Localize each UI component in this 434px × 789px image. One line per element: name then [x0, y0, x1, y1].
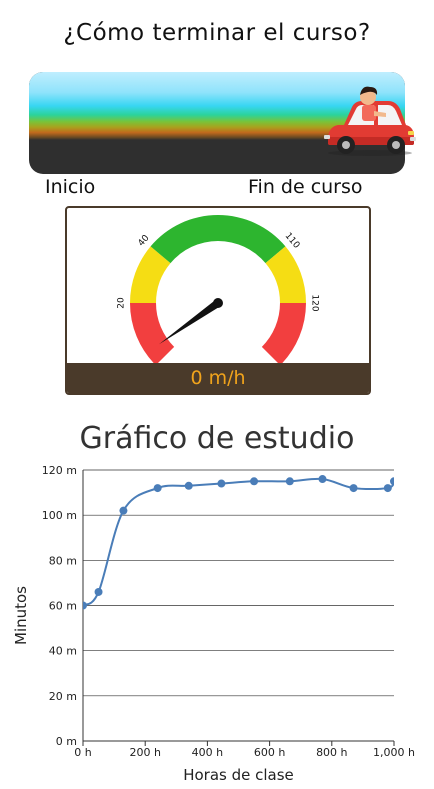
data-point — [318, 475, 327, 484]
y-tick-label: 40 m — [49, 645, 77, 658]
data-point — [94, 587, 103, 596]
page: ¿Cómo terminar el curso? Inicio Fin de c… — [0, 0, 434, 789]
y-tick-label: 120 m — [42, 464, 77, 477]
x-tick-label: 400 h — [192, 746, 223, 759]
data-point — [184, 481, 193, 490]
x-tick-label: 800 h — [316, 746, 347, 759]
page-title: ¿Cómo terminar el curso? — [63, 20, 371, 46]
gauge-dial: 02040110120140 — [117, 215, 320, 363]
data-point — [349, 484, 358, 493]
study-chart: 0 m20 m40 m60 m80 m100 m120 m0 h 200 h 400… — [12, 464, 415, 784]
data-point — [285, 477, 294, 486]
gauge-tick-label: 120 — [310, 294, 320, 311]
gauge-readout: 0 m/h — [67, 363, 369, 393]
x-tick-label: 1,000 h — [373, 746, 415, 759]
data-point — [217, 479, 226, 488]
y-tick-label: 80 m — [49, 554, 77, 567]
x-tick-label: 600 h — [254, 746, 285, 759]
y-tick-label: 100 m — [42, 509, 77, 522]
data-point — [383, 484, 392, 493]
gauge-tick-label: 20 — [117, 297, 127, 309]
chart-title: Gráfico de estudio — [79, 421, 355, 456]
y-tick-label: 60 m — [49, 600, 77, 613]
x-axis-label: Horas de clase — [183, 766, 294, 784]
series-points — [83, 475, 394, 610]
data-point — [153, 484, 162, 493]
x-tick-label: 0 h — [74, 746, 91, 759]
data-point — [83, 601, 87, 610]
end-label: Fin de curso — [248, 176, 363, 198]
gauge-band-green — [150, 215, 286, 264]
speed-gauge: 02040110120140 0 m/h — [65, 206, 371, 395]
x-tick-label: 200 h — [129, 746, 160, 759]
gauge-tick-label: 40 — [137, 233, 152, 248]
gauge-needle — [159, 299, 221, 345]
start-label: Inicio — [45, 176, 96, 198]
gauge-band-red-low — [130, 303, 175, 363]
data-point — [119, 506, 128, 515]
data-point — [250, 477, 259, 486]
car-icon — [324, 86, 416, 156]
gauge-pivot — [213, 298, 223, 308]
data-point — [390, 477, 394, 486]
y-axis-label: Minutos — [12, 586, 30, 645]
series-line — [83, 477, 394, 607]
y-tick-label: 20 m — [49, 690, 77, 703]
gauge-band-red-high — [261, 303, 306, 363]
